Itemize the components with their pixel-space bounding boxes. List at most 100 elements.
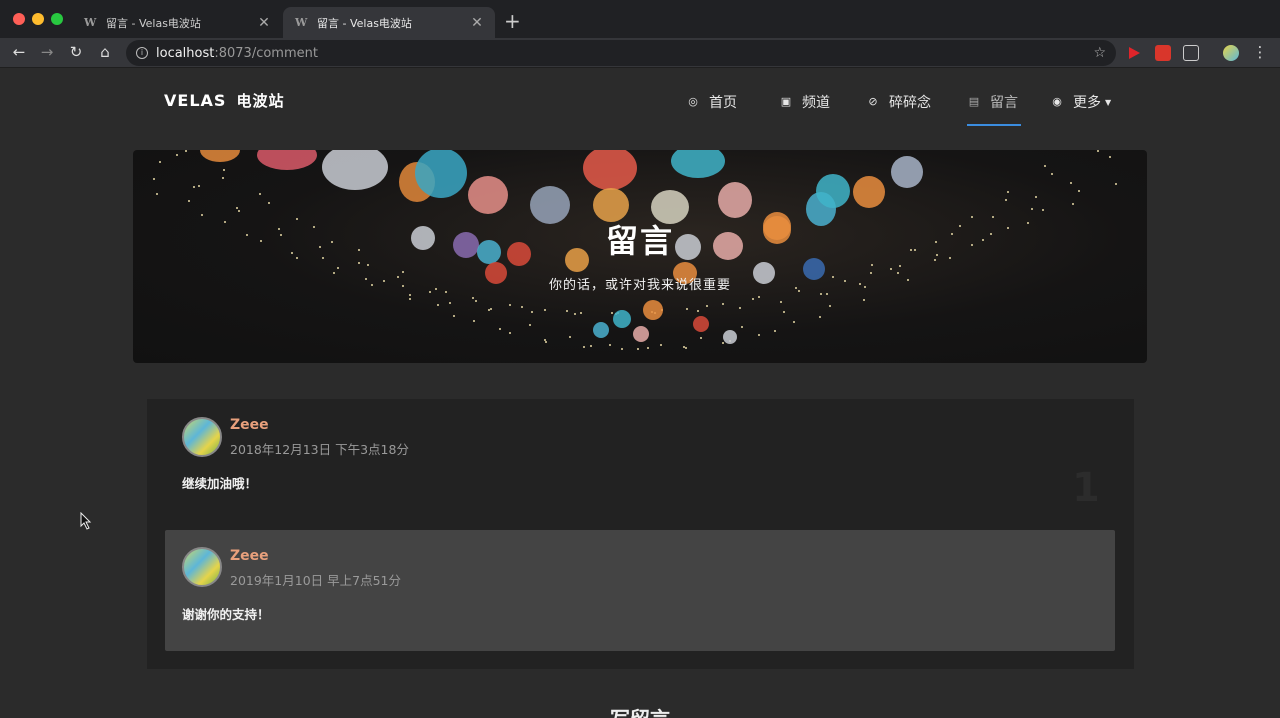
string-light-sparkle	[472, 319, 475, 322]
extension-play-icon[interactable]	[1126, 45, 1142, 61]
string-light-sparkle	[409, 294, 412, 297]
string-light-sparkle	[582, 346, 585, 349]
lantern-decoration	[415, 150, 467, 198]
planet-icon: ⊘	[868, 95, 878, 108]
string-light-sparkle	[448, 302, 451, 305]
string-light-sparkle	[774, 330, 777, 333]
browser-toolbar: ← → ↻ ⌂ i localhost :8073/comment ☆ ⋮	[0, 38, 1280, 68]
lantern-decoration	[853, 176, 885, 208]
string-light-sparkle	[757, 333, 760, 336]
nav-item-more[interactable]: ◉ 更多 ▼	[1051, 92, 1111, 112]
string-light-sparkle	[590, 345, 593, 348]
string-light-sparkle	[740, 325, 743, 328]
reply-card: Zeee 2019年1月10日 早上7点51分 谢谢你的支持！	[165, 530, 1115, 651]
site-favicon-icon: W	[84, 15, 97, 29]
reply-author[interactable]: Zeee	[230, 548, 269, 564]
profile-avatar[interactable]	[1223, 45, 1239, 61]
menu-dots-icon[interactable]: ⋮	[1250, 42, 1270, 62]
reload-icon[interactable]: ↻	[66, 42, 86, 62]
string-light-sparkle	[158, 161, 161, 164]
string-light-sparkle	[1070, 182, 1073, 184]
nav-label: 频道	[802, 95, 830, 111]
string-light-sparkle	[366, 263, 369, 266]
string-light-sparkle	[545, 341, 548, 344]
lantern-decoration	[322, 150, 388, 190]
string-light-sparkle	[890, 267, 893, 270]
string-light-sparkle	[573, 312, 576, 315]
hero-banner: 留言 你的话，或许对我来说很重要	[133, 150, 1147, 363]
string-light-sparkle	[337, 267, 340, 270]
string-light-sparkle	[185, 150, 188, 152]
site-logo[interactable]: VELAS 电波站	[164, 90, 285, 111]
lantern-decoration	[643, 300, 663, 320]
site-header: VELAS 电波站 ◎ 首页 ▣ 频道 ⊘ 碎碎念 ▤ 留言 ◉ 更多 ▼	[0, 68, 1280, 134]
string-light-sparkle	[1034, 196, 1037, 199]
string-light-sparkle	[475, 299, 478, 302]
lantern-decoration	[613, 310, 631, 328]
string-light-sparkle	[899, 264, 902, 267]
forward-icon[interactable]: →	[37, 42, 57, 62]
string-light-sparkle	[222, 169, 225, 172]
string-light-sparkle	[793, 321, 796, 324]
address-bar[interactable]: i localhost :8073/comment ☆	[126, 40, 1116, 66]
nav-item-comment[interactable]: ▤ 留言	[968, 92, 1018, 112]
string-light-sparkle	[1051, 173, 1054, 176]
lantern-decoration	[633, 326, 649, 342]
lantern-decoration	[257, 150, 317, 170]
close-tab-icon[interactable]: ✕	[469, 15, 485, 31]
avatar[interactable]	[182, 417, 222, 457]
string-light-sparkle	[870, 263, 873, 266]
string-light-sparkle	[521, 306, 524, 309]
string-light-sparkle	[863, 299, 866, 302]
string-light-sparkle	[529, 324, 532, 327]
close-window-button[interactable]	[13, 13, 25, 25]
string-light-sparkle	[739, 306, 742, 309]
browser-tab-2[interactable]: W 留言 - Velas电波站 ✕	[283, 7, 495, 38]
string-light-sparkle	[508, 304, 511, 307]
string-light-sparkle	[721, 342, 724, 345]
browser-tab-bar: W 留言 - Velas电波站 ✕ W 留言 - Velas电波站 ✕ +	[0, 0, 1280, 38]
extension-mask-icon[interactable]	[1183, 45, 1199, 61]
new-tab-button[interactable]: +	[504, 10, 521, 32]
avatar[interactable]	[182, 547, 222, 587]
string-light-sparkle	[267, 201, 270, 204]
nav-item-home[interactable]: ◎ 首页	[687, 92, 737, 112]
string-light-sparkle	[1071, 202, 1074, 205]
back-icon[interactable]: ←	[9, 42, 29, 62]
comment-author[interactable]: Zeee	[230, 417, 269, 433]
lantern-decoration	[593, 322, 609, 338]
extension-red-icon[interactable]	[1155, 45, 1171, 61]
minimize-window-button[interactable]	[32, 13, 44, 25]
string-light-sparkle	[751, 298, 754, 301]
string-light-sparkle	[193, 185, 196, 188]
close-tab-icon[interactable]: ✕	[256, 15, 272, 31]
nav-item-notes[interactable]: ⊘ 碎碎念	[867, 92, 931, 112]
string-light-sparkle	[531, 311, 534, 314]
string-light-sparkle	[1030, 207, 1033, 210]
string-light-sparkle	[684, 346, 687, 349]
string-light-sparkle	[198, 185, 201, 188]
nav-label: 更多	[1073, 95, 1101, 111]
browser-tab-1[interactable]: W 留言 - Velas电波站 ✕	[72, 7, 282, 38]
tab-title: 留言 - Velas电波站	[106, 16, 201, 30]
string-light-sparkle	[453, 314, 456, 317]
string-light-sparkle	[1005, 199, 1008, 202]
string-light-sparkle	[780, 300, 783, 303]
string-light-sparkle	[1097, 150, 1100, 152]
string-light-sparkle	[699, 337, 702, 340]
string-light-sparkle	[566, 310, 569, 313]
string-light-sparkle	[156, 192, 159, 195]
write-comment-heading: 写留言	[0, 703, 1280, 718]
string-light-sparkle	[472, 297, 475, 300]
radio-icon: ▣	[780, 95, 792, 108]
string-light-sparkle	[176, 153, 179, 156]
comment-card: Zeee 2018年12月13日 下午3点18分 继续加油哦！ 1 Zeee 2…	[147, 399, 1134, 669]
bookmark-star-icon[interactable]: ☆	[1093, 45, 1106, 61]
url-host: localhost	[156, 45, 215, 61]
maximize-window-button[interactable]	[51, 13, 63, 25]
site-info-icon[interactable]: i	[136, 47, 148, 59]
page-title: 留言	[605, 222, 674, 260]
nav-item-channel[interactable]: ▣ 频道	[780, 92, 830, 112]
string-light-sparkle	[818, 316, 821, 319]
home-icon[interactable]: ⌂	[95, 42, 115, 62]
